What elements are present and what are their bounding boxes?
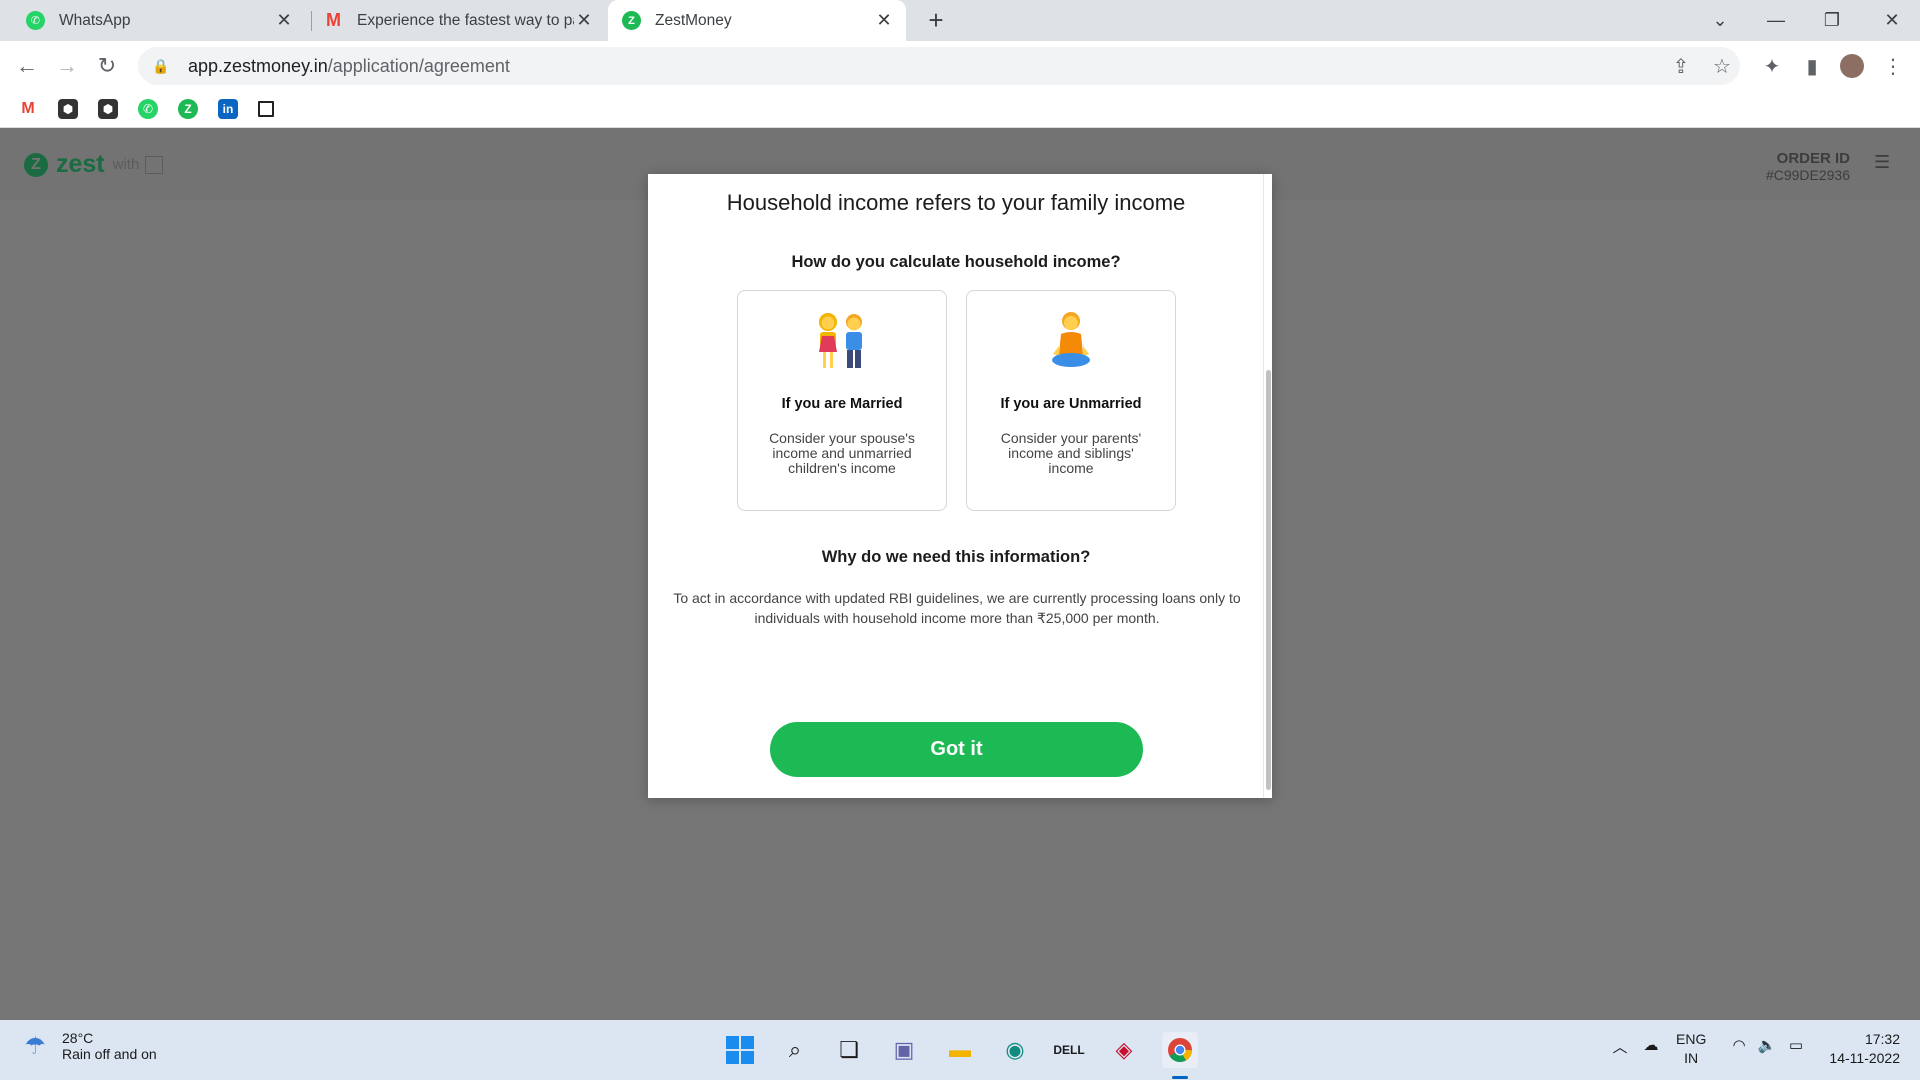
whatsapp-icon[interactable]: ✆ [138, 99, 158, 119]
lock-icon[interactable]: 🔒 [152, 58, 176, 75]
active-app-indicator [1172, 1076, 1188, 1079]
tab-strip: ✆ WhatsApp ✕ M Experience the fastest wa… [0, 0, 1920, 41]
weather-condition: Rain off and on [62, 1046, 157, 1062]
time: 17:32 [1864, 1031, 1900, 1047]
why-heading: Why do we need this information? [821, 548, 1091, 566]
card-title: If you are Unmarried [1000, 396, 1142, 412]
wifi-icon[interactable]: ◠ [1728, 1036, 1750, 1054]
region-code: IN [1684, 1050, 1699, 1066]
household-income-modal: Household income refers to your family i… [648, 174, 1272, 798]
card-description: Consider your parents' income and siblin… [1000, 430, 1142, 476]
scrollbar[interactable] [1264, 174, 1272, 798]
question-heading: How do you calculate household income? [791, 253, 1121, 271]
chrome-icon[interactable] [1162, 1032, 1198, 1068]
extensions-icon[interactable]: ✦ [1755, 49, 1789, 83]
unmarried-card: If you are Unmarried Consider your paren… [966, 290, 1176, 511]
onedrive-icon[interactable]: ☁ [1640, 1036, 1662, 1054]
side-panel-icon[interactable]: ▮ [1795, 49, 1829, 83]
gmail-icon[interactable]: M [18, 99, 38, 119]
star-icon[interactable]: ☆ [1705, 49, 1739, 83]
close-window-icon[interactable]: ✕ [1864, 0, 1920, 41]
battery-icon[interactable]: ▭ [1784, 1036, 1808, 1054]
volume-icon[interactable]: 🔈 [1756, 1036, 1778, 1054]
order-id-label: ORDER ID [1776, 150, 1850, 167]
search-icon[interactable]: ⌕ [777, 1032, 813, 1068]
avatar[interactable] [1835, 49, 1869, 83]
card-description: Consider your spouse's income and unmarr… [769, 430, 915, 476]
url-path: /application/agreement [327, 55, 510, 76]
logo-text: zest [56, 150, 105, 178]
tab-whatsapp[interactable]: ✆ WhatsApp ✕ [0, 0, 306, 41]
zest-logo-icon: Z [24, 152, 48, 177]
tab-title: WhatsApp [59, 11, 131, 29]
couple-icon [738, 309, 946, 373]
card-title: If you are Married [781, 396, 903, 412]
task-view-icon[interactable]: ❏ [831, 1032, 867, 1068]
tab-title: ZestMoney [655, 11, 732, 29]
restore-icon[interactable]: ❐ [1804, 0, 1860, 41]
zest-logo: Z zest with [24, 150, 164, 179]
tab-title: Experience the fastest way to pay [357, 11, 574, 29]
order-id-value: #C99DE2936 [1765, 167, 1850, 183]
umbrella-rain-icon: ☂ [24, 1032, 46, 1060]
url-host: app.zestmoney.in [188, 55, 328, 76]
close-icon[interactable]: ✕ [274, 10, 294, 31]
weather-widget[interactable]: ☂ 28°C Rain off and on [20, 1030, 157, 1062]
logo-with: with [112, 156, 140, 173]
why-description: To act in accordance with updated RBI gu… [673, 590, 1241, 626]
hamburger-menu-icon[interactable]: ☰ [1874, 152, 1892, 173]
share-icon[interactable]: ⇪ [1664, 49, 1698, 83]
clock[interactable]: 17:32 14-11-2022 [1829, 1030, 1900, 1068]
edge-icon[interactable]: ◉ [997, 1032, 1033, 1068]
zest-icon[interactable]: Z [178, 99, 198, 119]
reload-icon[interactable]: ↻ [90, 49, 124, 83]
whatsapp-icon: ✆ [26, 11, 45, 30]
address-bar[interactable]: 🔒 app.zestmoney.in/application/agreement [138, 47, 1740, 85]
meditating-person-icon [967, 309, 1175, 373]
bookmarks-bar: M ⬢ ⬢ ✆ Z in [0, 91, 1920, 128]
tab-zestmoney[interactable]: Z ZestMoney ✕ [608, 0, 906, 41]
menu-kebab-icon[interactable]: ⋮ [1876, 49, 1910, 83]
modal-title: Household income refers to your family i… [726, 190, 1186, 215]
tab-gmail[interactable]: M Experience the fastest way to pay ✕ [312, 0, 606, 41]
minimize-icon[interactable]: — [1748, 0, 1804, 41]
zestmoney-icon: Z [622, 11, 641, 30]
extension-icon[interactable]: ⬢ [98, 99, 118, 119]
scrollbar-thumb[interactable] [1266, 370, 1271, 790]
teams-chat-icon[interactable]: ▣ [886, 1032, 922, 1068]
new-tab-button[interactable]: + [922, 5, 950, 35]
close-icon[interactable]: ✕ [874, 10, 894, 31]
dell-icon[interactable]: DELL [1051, 1032, 1087, 1068]
extension-icon[interactable]: ⬢ [58, 99, 78, 119]
temperature: 28°C [62, 1030, 94, 1046]
forward-icon[interactable]: → [50, 49, 84, 83]
show-hidden-icons[interactable]: ︿ [1610, 1036, 1630, 1057]
language-code: ENG [1676, 1031, 1707, 1047]
windows-taskbar: ☂ 28°C Rain off and on ⌕ ❏ ▣ ▬ ◉ DELL ◈ … [0, 1020, 1920, 1080]
married-card: If you are Married Consider your spouse'… [737, 290, 947, 511]
mcafee-icon[interactable]: ◈ [1106, 1032, 1142, 1068]
square-icon[interactable] [258, 101, 274, 117]
order-id: ORDER ID #C99DE2936 [1766, 150, 1850, 183]
file-explorer-icon[interactable]: ▬ [942, 1032, 978, 1068]
browser-toolbar: ← → ↻ 🔒 app.zestmoney.in/application/agr… [0, 41, 1920, 91]
tab-search-icon[interactable]: ⌄ [1692, 0, 1748, 41]
gmail-icon: M [326, 10, 341, 30]
close-icon[interactable]: ✕ [574, 10, 594, 31]
linkedin-icon[interactable]: in [218, 99, 238, 119]
language-indicator[interactable]: ENG IN [1676, 1030, 1706, 1068]
date: 14-11-2022 [1829, 1050, 1900, 1066]
got-it-button[interactable]: Got it [770, 722, 1143, 777]
windows-start-icon[interactable] [722, 1032, 758, 1068]
back-icon[interactable]: ← [10, 49, 44, 83]
broken-image-icon [145, 155, 164, 174]
